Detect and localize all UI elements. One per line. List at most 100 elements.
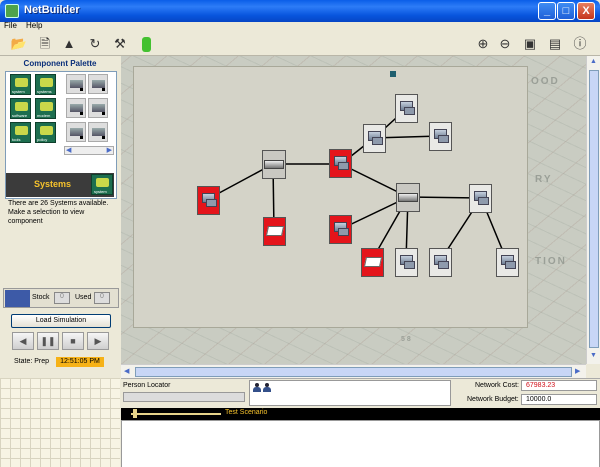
network-node-workstation[interactable]: [395, 94, 418, 123]
network-cost-field: 67983.23: [521, 380, 597, 391]
network-node-switch[interactable]: [396, 183, 420, 212]
palette-item[interactable]: [66, 122, 86, 142]
palette-item[interactable]: [66, 74, 86, 94]
network-node-workstation[interactable]: [329, 215, 352, 244]
scroll-right-icon[interactable]: ▶: [107, 146, 112, 154]
network-node-workstation[interactable]: [363, 124, 386, 153]
maximize-button[interactable]: □: [557, 2, 575, 20]
network-node-workstation[interactable]: [429, 248, 452, 277]
selected-category-label: Systems: [34, 179, 72, 189]
map-label: OOD: [531, 76, 560, 87]
rewind-button[interactable]: ◀: [12, 332, 34, 350]
print-icon[interactable]: ▤: [546, 35, 564, 53]
state-label: State: Prep: [14, 358, 50, 365]
tools-icon[interactable]: ⚒: [111, 35, 129, 53]
map-label: TION: [535, 256, 567, 267]
load-simulation-button[interactable]: Load Simulation: [11, 314, 111, 328]
timeline-track: [131, 413, 221, 415]
save-icon[interactable]: ▣: [521, 35, 539, 53]
netbuilder-window: NetBuilder _ □ X File Help 📂 🗎 ▲ ↻ ⚒ ⊕ ⊖…: [0, 0, 600, 467]
title-bar: NetBuilder _ □ X: [0, 0, 600, 22]
left-panel: Component Palette system systems module …: [0, 56, 120, 378]
person-locator-label: Person Locator: [123, 382, 171, 389]
scroll-right-icon[interactable]: ▶: [575, 367, 580, 375]
scroll-left-icon[interactable]: ◀: [124, 367, 129, 375]
network-node-server[interactable]: [469, 184, 492, 213]
open-icon[interactable]: 📂: [10, 35, 28, 53]
category-tools[interactable]: tools: [10, 122, 31, 143]
category-software[interactable]: software: [10, 98, 31, 119]
toolbar: 📂 🗎 ▲ ↻ ⚒ ⊕ ⊖ ▣ ▤ ⓘ: [0, 32, 600, 56]
scroll-up-icon[interactable]: ▲: [590, 58, 597, 65]
minimize-button[interactable]: _: [538, 2, 556, 20]
menu-file[interactable]: File: [4, 21, 17, 30]
network-node-laptop[interactable]: [263, 217, 286, 246]
category-systems-module[interactable]: systems module: [35, 74, 56, 99]
category-policy[interactable]: policy: [35, 122, 56, 143]
network-node-workstation[interactable]: [496, 248, 519, 277]
status-panel: Person Locator Network Cost: 67983.23 Ne…: [121, 378, 600, 467]
menu-bar: File Help: [0, 21, 600, 32]
stop-button[interactable]: ■: [62, 332, 84, 350]
palette-scrollbar[interactable]: ◀ ▶: [64, 146, 114, 155]
stock-label: Stock: [32, 294, 50, 301]
network-node-laptop[interactable]: [361, 248, 384, 277]
play-button[interactable]: ▶: [87, 332, 109, 350]
scenario-timeline[interactable]: Test Scenario: [121, 408, 600, 420]
palette-title: Component Palette: [23, 59, 97, 68]
log-area: [121, 420, 600, 467]
battery-icon[interactable]: [137, 35, 155, 53]
category-system[interactable]: system: [10, 74, 31, 95]
refresh-icon[interactable]: ↻: [86, 35, 104, 53]
systems-description: There are 26 Systems available. Make a s…: [8, 200, 109, 225]
network-node-switch[interactable]: [262, 150, 286, 179]
pause-button[interactable]: ❚❚: [37, 332, 59, 350]
used-field: 0: [94, 292, 110, 304]
palette-item[interactable]: [88, 98, 108, 118]
network-sheet[interactable]: [133, 66, 528, 328]
zoom-out-icon[interactable]: ⊖: [496, 35, 514, 53]
scenario-label: Test Scenario: [225, 409, 268, 416]
vertical-scrollbar[interactable]: ▲ ▼: [586, 56, 600, 364]
person-list[interactable]: [249, 380, 451, 406]
network-canvas-area: OOD RY TION 58 ▲ ▼ ◀ ▶: [121, 56, 600, 378]
category-modem[interactable]: modem: [35, 98, 56, 119]
selected-category-bar: Systems system: [6, 173, 114, 197]
app-icon: [5, 4, 19, 18]
network-node-workstation[interactable]: [429, 122, 452, 151]
timeline-marker[interactable]: [133, 409, 137, 418]
menu-help[interactable]: Help: [26, 21, 42, 30]
person-locator-field[interactable]: [123, 392, 245, 402]
palette-item[interactable]: [88, 122, 108, 142]
person-icon[interactable]: [253, 383, 261, 392]
system-icon: system: [91, 174, 113, 195]
help-icon[interactable]: ⓘ: [571, 35, 589, 53]
new-file-icon[interactable]: 🗎: [36, 35, 54, 53]
zoom-in-icon[interactable]: ⊕: [474, 35, 492, 53]
network-budget-label: Network Budget:: [467, 396, 519, 403]
network-cost-label: Network Cost:: [475, 382, 519, 389]
horizontal-scrollbar[interactable]: ◀ ▶: [121, 364, 586, 378]
stamp-icon[interactable]: ▲: [60, 35, 78, 53]
palette-item[interactable]: [66, 98, 86, 118]
state-time: 12:51:05 PM: [56, 357, 104, 367]
map-label: RY: [535, 174, 553, 185]
scroll-down-icon[interactable]: ▼: [590, 352, 597, 359]
grid-panel: [0, 378, 120, 467]
vertical-scroll-thumb[interactable]: [589, 70, 599, 348]
network-node-workstation[interactable]: [329, 149, 352, 178]
stock-icon: [5, 290, 30, 307]
horizontal-scroll-thumb[interactable]: [135, 367, 572, 377]
network-node-workstation[interactable]: [197, 186, 220, 215]
network-budget-field: 10000.0: [521, 394, 597, 405]
network-node-workstation[interactable]: [395, 248, 418, 277]
stock-bar: Stock 0 Used 0: [3, 288, 119, 308]
palette-item[interactable]: [88, 74, 108, 94]
person-icon[interactable]: [263, 383, 271, 392]
used-label: Used: [75, 294, 92, 301]
close-button[interactable]: X: [577, 2, 595, 20]
stock-field: 0: [54, 292, 70, 304]
scroll-left-icon[interactable]: ◀: [66, 146, 71, 154]
window-title: NetBuilder: [24, 4, 80, 16]
map-label: 58: [401, 336, 413, 343]
